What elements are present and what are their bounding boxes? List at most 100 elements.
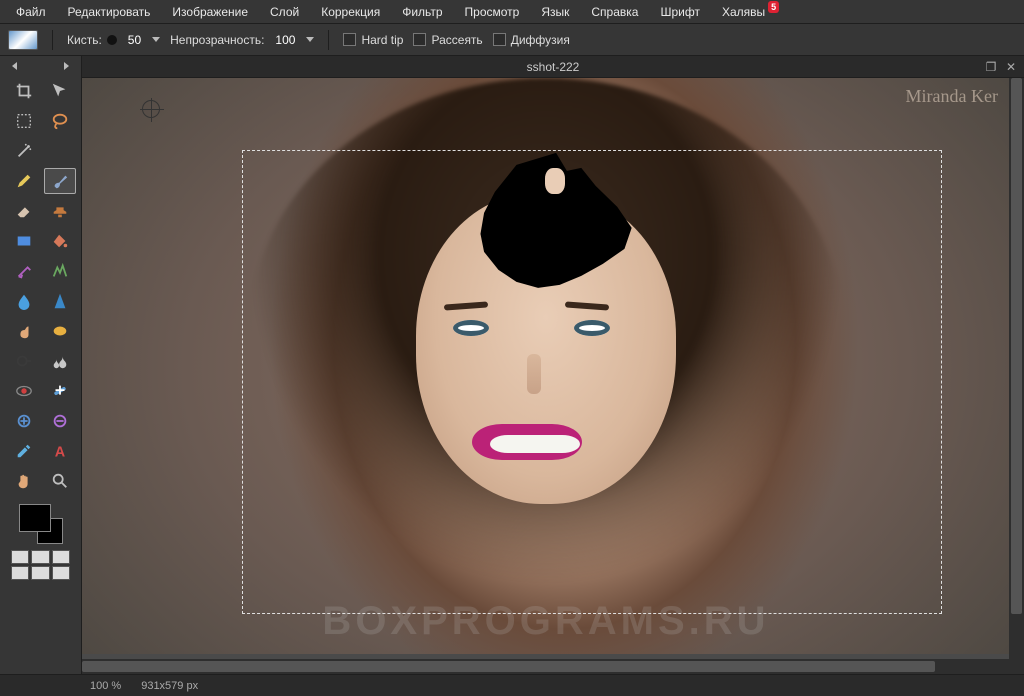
scatter-label: Рассеять	[431, 33, 482, 47]
dimensions-readout: 931x579 px	[141, 680, 198, 692]
marquee-icon[interactable]	[8, 108, 40, 134]
hard-tip-group[interactable]: Hard tip	[343, 33, 403, 47]
signature-watermark: Miranda Ker	[906, 86, 998, 107]
brush-size-value[interactable]: 50	[122, 32, 147, 48]
wand-icon	[15, 142, 33, 160]
status-bar: 100 % 931x579 px	[0, 674, 1024, 696]
pencil-icon[interactable]	[8, 168, 40, 194]
zoom-readout[interactable]: 100 %	[90, 680, 121, 692]
spot-heal-icon[interactable]	[44, 378, 76, 404]
move-icon[interactable]	[44, 78, 76, 104]
lasso-icon	[51, 112, 69, 130]
dodge-icon[interactable]	[8, 348, 40, 374]
vertical-scrollbar[interactable]	[1009, 78, 1024, 674]
menu-layer[interactable]: Слой	[260, 2, 309, 22]
gradient-icon[interactable]	[8, 228, 40, 254]
palette-slot[interactable]	[31, 566, 50, 580]
sponge-icon[interactable]	[44, 318, 76, 344]
menu-correction[interactable]: Коррекция	[311, 2, 390, 22]
palette-slot[interactable]	[52, 550, 71, 564]
blur-icon[interactable]	[8, 288, 40, 314]
menu-font[interactable]: Шрифт	[650, 2, 709, 22]
diffusion-group[interactable]: Диффузия	[493, 33, 570, 47]
quick-palette[interactable]	[11, 550, 71, 580]
palette-slot[interactable]	[52, 566, 71, 580]
brush-size-dropdown[interactable]	[152, 37, 160, 42]
menu-file[interactable]: Файл	[6, 2, 56, 22]
drawing-icon[interactable]	[44, 258, 76, 284]
bloat-icon	[15, 412, 33, 430]
eraser-icon[interactable]	[8, 198, 40, 224]
tool-nav	[6, 60, 75, 76]
options-bar: Кисть: 50 Непрозрачность: 100 Hard tip Р…	[0, 24, 1024, 56]
canvas-viewport[interactable]: Miranda Ker BOXPROGRAMS.RU	[82, 78, 1024, 674]
opacity-dropdown[interactable]	[306, 37, 314, 42]
close-document-icon[interactable]: ✕	[1004, 60, 1018, 74]
color-swatches	[6, 504, 75, 580]
brush-cursor	[142, 100, 160, 118]
brush-label: Кисть:	[67, 33, 102, 47]
zoom-icon[interactable]	[44, 468, 76, 494]
marquee-selection[interactable]	[242, 150, 942, 614]
scrollbar-thumb[interactable]	[1011, 78, 1022, 614]
lasso-icon[interactable]	[44, 108, 76, 134]
pinch-icon[interactable]	[44, 408, 76, 434]
marquee-icon	[15, 112, 33, 130]
redeye-icon[interactable]	[8, 378, 40, 404]
brush-icon	[51, 172, 69, 190]
hand-icon	[15, 472, 33, 490]
scatter-group[interactable]: Рассеять	[413, 33, 482, 47]
smudge-icon[interactable]	[8, 318, 40, 344]
diffusion-checkbox[interactable]	[493, 33, 506, 46]
document-titlebar: sshot-222 ❐ ✕	[82, 56, 1024, 78]
color-replace-icon	[15, 262, 33, 280]
menu-edit[interactable]: Редактировать	[58, 2, 161, 22]
palette-slot[interactable]	[11, 566, 30, 580]
clone-stamp-icon[interactable]	[44, 198, 76, 224]
clone-stamp-icon	[51, 202, 69, 220]
palette-slot[interactable]	[11, 550, 30, 564]
tool-prev[interactable]	[12, 62, 17, 70]
menu-freebies[interactable]: Халявы 5	[712, 2, 775, 22]
burn-icon[interactable]	[44, 348, 76, 374]
fg-bg-swatch[interactable]	[19, 504, 63, 544]
menu-bar: Файл Редактировать Изображение Слой Корр…	[0, 0, 1024, 24]
scrollbar-thumb[interactable]	[82, 661, 935, 672]
palette-slot[interactable]	[31, 550, 50, 564]
paint-bucket-icon[interactable]	[44, 228, 76, 254]
wand-icon[interactable]	[8, 138, 40, 164]
scatter-checkbox[interactable]	[413, 33, 426, 46]
type-icon[interactable]: A	[44, 438, 76, 464]
color-replace-icon[interactable]	[8, 258, 40, 284]
brush-preview-dot	[107, 35, 117, 45]
hard-tip-label: Hard tip	[361, 33, 403, 47]
zoom-icon	[51, 472, 69, 490]
foreground-color-swatch[interactable]	[19, 504, 51, 532]
crop-icon[interactable]	[8, 78, 40, 104]
horizontal-scrollbar[interactable]	[82, 659, 1009, 674]
divider	[328, 30, 329, 50]
menu-help[interactable]: Справка	[581, 2, 648, 22]
hand-icon[interactable]	[8, 468, 40, 494]
menu-language[interactable]: Язык	[531, 2, 579, 22]
bloat-icon[interactable]	[8, 408, 40, 434]
blur-icon	[15, 292, 33, 310]
menu-freebies-label: Халявы	[722, 5, 765, 19]
menu-image[interactable]: Изображение	[162, 2, 258, 22]
tools-grid: A	[6, 76, 75, 496]
menu-filter[interactable]: Фильтр	[392, 2, 452, 22]
freebies-badge: 5	[768, 1, 779, 13]
sharpen-icon[interactable]	[44, 288, 76, 314]
sponge-icon	[51, 322, 69, 340]
eyedropper-icon[interactable]	[8, 438, 40, 464]
burn-icon	[51, 352, 69, 370]
restore-window-icon[interactable]: ❐	[984, 60, 998, 74]
hard-tip-checkbox[interactable]	[343, 33, 356, 46]
canvas-image[interactable]: Miranda Ker BOXPROGRAMS.RU	[82, 78, 1010, 654]
opacity-value[interactable]: 100	[269, 32, 301, 48]
menu-view[interactable]: Просмотр	[455, 2, 530, 22]
zoom-value: 100	[90, 680, 108, 692]
tool-next[interactable]	[64, 62, 69, 70]
brush-icon[interactable]	[44, 168, 76, 194]
dimensions-unit: px	[186, 680, 198, 692]
